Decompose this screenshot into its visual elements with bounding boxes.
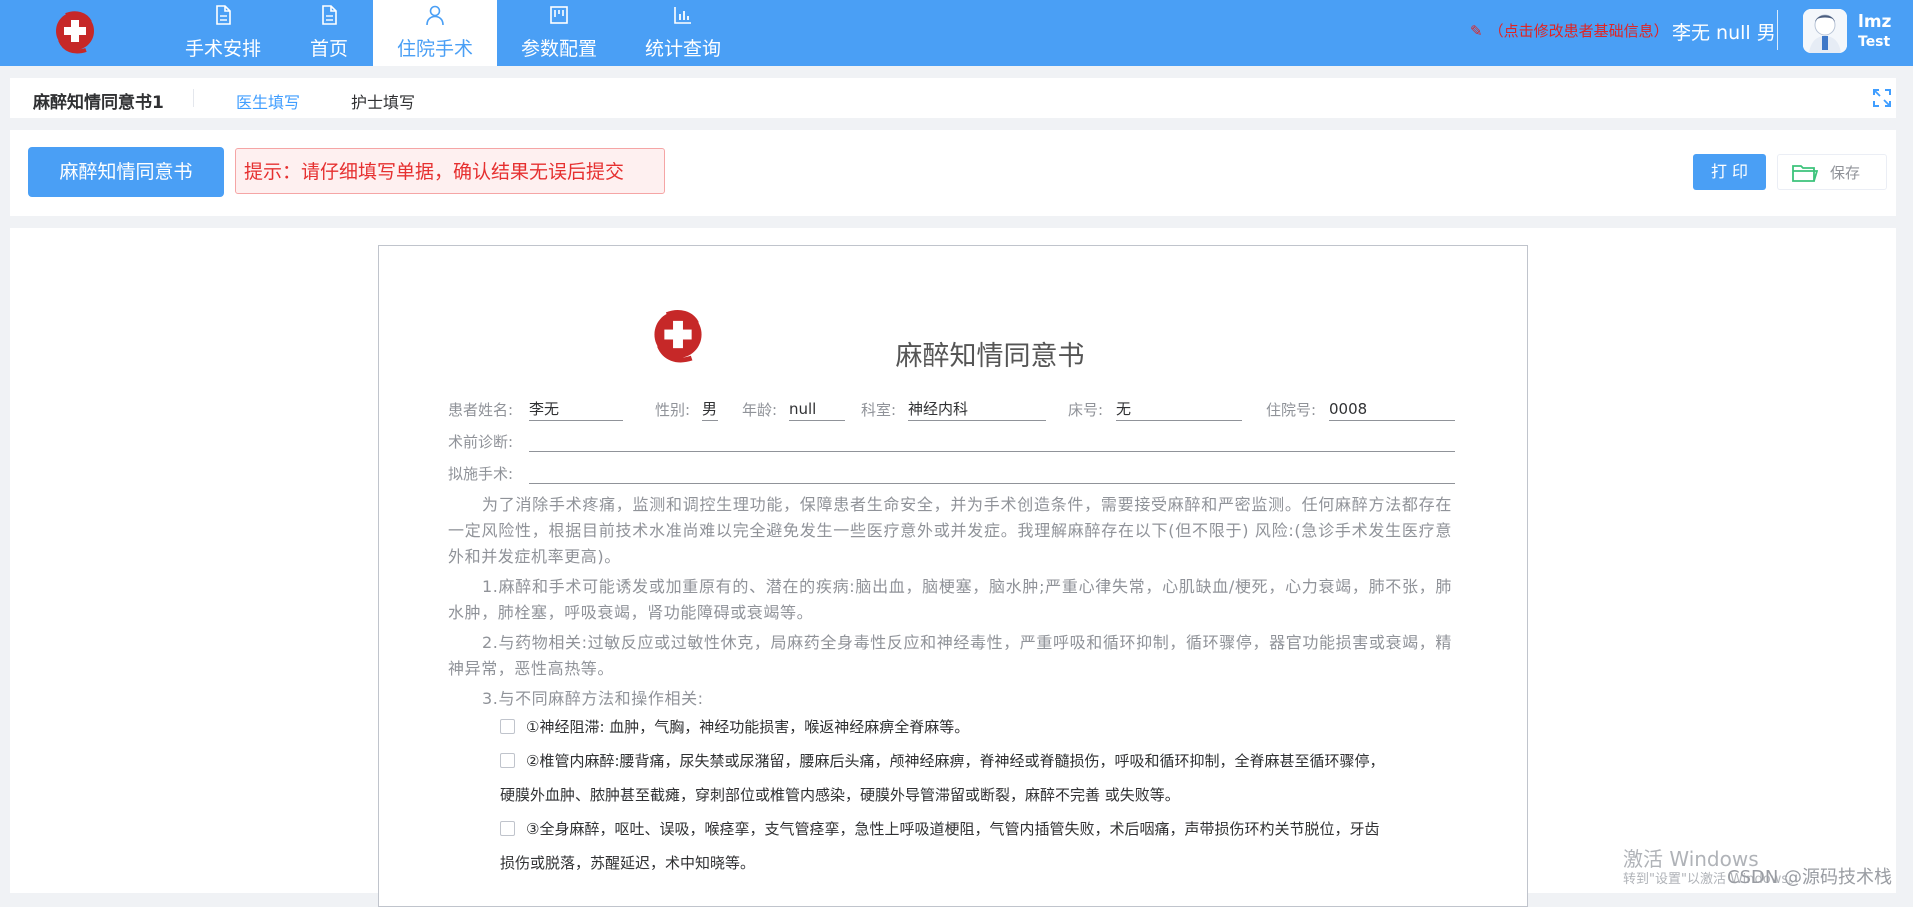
patient-name-label: 患者姓名: [448, 401, 514, 419]
user-icon [426, 5, 444, 26]
tab-doctor-fill[interactable]: 医生填写 [236, 89, 300, 113]
patient-brief: 李无 null 男 [1672, 22, 1776, 44]
document-icon [216, 5, 231, 25]
risk-item-3: 3.与不同麻醉方法和操作相关: [482, 689, 704, 708]
gender-field[interactable]: 男 [702, 398, 718, 421]
tab-divider [193, 89, 194, 107]
planned-surgery-label: 拟施手术: [448, 465, 514, 483]
folder-icon [1792, 165, 1818, 182]
edit-patient-info-link[interactable]: ✎ （点击修改患者基础信息） [1470, 20, 1669, 41]
edit-hint-text: （点击修改患者基础信息） [1488, 22, 1669, 40]
patient-name-field[interactable]: 李无 [529, 398, 623, 421]
admission-number-label: 住院号: [1266, 401, 1317, 419]
save-label: 保存 [1830, 164, 1861, 182]
header-divider [1777, 10, 1778, 50]
csdn-watermark: CSDN @源码技术栈 [1727, 867, 1893, 888]
option-text: ①神经阻滞: 血肿，气胸，神经功能损害，喉返神经麻痹全脊麻等。 [526, 718, 970, 736]
checkbox[interactable] [500, 753, 515, 768]
nav-label: 住院手术 [396, 38, 473, 60]
risk-item-2: 2.与药物相关:过敏反应或过敏性休克，局麻药全身毒性反应和神经毒性，严重呼吸和循… [448, 633, 1452, 678]
age-label: 年龄: [742, 401, 778, 419]
nav-item-inpatient-surgery[interactable]: 住院手术 [373, 0, 497, 66]
checkbox[interactable] [500, 719, 515, 734]
risk-item-1: 1.麻醉和手术可能诱发或加重原有的、潜在的疾病:脑出血，脑梗塞，脑水肿;严重心律… [448, 577, 1452, 622]
admission-number-field[interactable]: 0008 [1329, 398, 1455, 421]
consent-document: 麻醉知情同意书 患者姓名: 李无 性别: 男 年龄: null 科室: 神经内科… [378, 245, 1528, 907]
save-button[interactable]: 保存 [1777, 154, 1887, 190]
gender-label: 性别: [655, 401, 691, 419]
preop-diagnosis-field[interactable] [529, 429, 1455, 452]
document-tab[interactable]: 麻醉知情同意书1 [33, 88, 164, 113]
department-field[interactable]: 神经内科 [908, 398, 1046, 421]
bar-chart-icon [674, 7, 691, 24]
fullscreen-icon[interactable] [1872, 88, 1892, 108]
consent-form-button[interactable]: 麻醉知情同意书 [28, 147, 224, 197]
preop-diagnosis-label: 术前诊断: [448, 433, 514, 451]
document-icon [322, 5, 337, 25]
bed-label: 床号: [1068, 401, 1104, 419]
nav-item-statistics[interactable]: 统计查询 [621, 0, 745, 66]
form-toolbar: 麻醉知情同意书 提示：请仔细填写单据，确认结果无误后提交 打 印 保存 [10, 130, 1896, 216]
edit-icon: ✎ [1470, 22, 1483, 40]
checkbox[interactable] [500, 821, 515, 836]
planned-surgery-field[interactable] [529, 461, 1455, 484]
option-text: ③全身麻醉，呕吐、误吸，喉痉挛，支气管痉挛，急性上呼吸道梗阻，气管内插管失败，术… [526, 820, 1380, 838]
top-nav-bar: 手术安排 首页 住院手术 参数配置 统计查询 ✎ （点击修改患者基础信息） 李无… [0, 0, 1913, 66]
print-button[interactable]: 打 印 [1693, 154, 1766, 190]
nav-label: 参数配置 [520, 38, 597, 60]
nav-item-parameter-config[interactable]: 参数配置 [497, 0, 621, 66]
option-text-continued: 损伤或脱落，苏醒延迟，术中知晓等。 [500, 854, 756, 872]
tip-alert: 提示：请仔细填写单据，确认结果无误后提交 [235, 148, 665, 194]
user-role: Test [1858, 34, 1891, 50]
age-field[interactable]: null [789, 398, 845, 421]
bed-field[interactable]: 无 [1116, 398, 1242, 421]
avatar[interactable] [1803, 9, 1847, 53]
consent-intro-paragraph: 为了消除手术疼痛，监测和调控生理功能，保障患者生命安全，并为手术创造条件，需要接… [448, 495, 1452, 566]
document-title: 麻醉知情同意书 [895, 341, 1085, 372]
board-icon [550, 6, 568, 24]
tab-nurse-fill[interactable]: 护士填写 [351, 89, 415, 113]
option-text-continued: 硬膜外血肿、脓肿甚至截瘫，穿刺部位或椎管内感染，硬膜外导管滞留或断裂，麻醉不完善… [500, 786, 1180, 804]
user-name: lmz [1858, 12, 1892, 32]
form-content-area: 麻醉知情同意书 患者姓名: 李无 性别: 男 年龄: null 科室: 神经内科… [10, 228, 1896, 907]
document-tab-bar: 麻醉知情同意书1 医生填写 护士填写 [10, 78, 1896, 118]
option-text: ②椎管内麻醉:腰背痛，尿失禁或尿潴留，腰麻后头痛，颅神经麻痹，脊神经或脊髓损伤，… [526, 752, 1385, 770]
department-label: 科室: [861, 401, 897, 419]
hospital-logo [56, 11, 94, 54]
nav-label: 统计查询 [644, 38, 721, 60]
